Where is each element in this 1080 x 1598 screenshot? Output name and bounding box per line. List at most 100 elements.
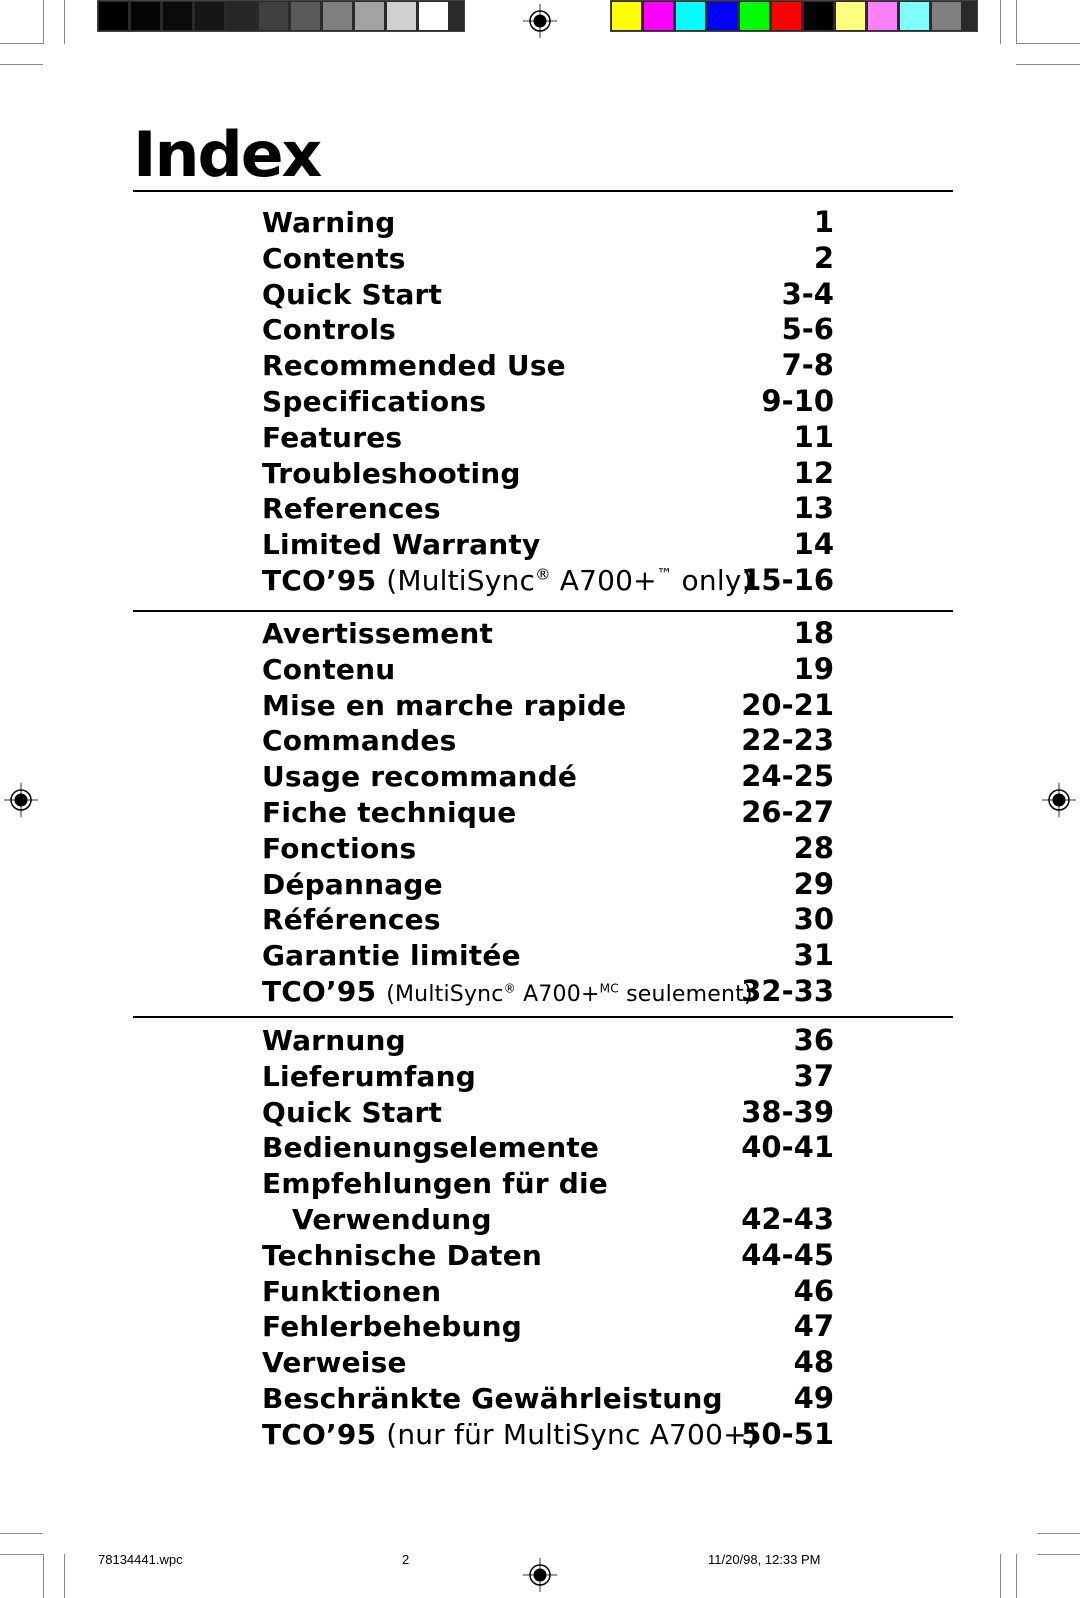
- entry-page: 47: [793, 1309, 834, 1344]
- registration-mark-icon: [523, 1558, 557, 1592]
- color-swatch: [804, 2, 833, 30]
- grayscale-swatch: [419, 2, 448, 30]
- index-entry: Commandes 22-23: [262, 723, 834, 759]
- entry-title: TCO’95 (MultiSync® A700+MC seulement): [262, 974, 753, 1013]
- color-swatch: [932, 2, 961, 30]
- entry-page: 36: [793, 1023, 834, 1057]
- index-section-french: Avertissement 18 Contenu 19 Mise en marche r…: [262, 616, 834, 1010]
- index-entry: Recommended Use 7-8: [262, 348, 834, 384]
- title-rule: [133, 190, 953, 192]
- index-entry-tco: TCO’95 (MultiSync® A700+™ only) 15-16: [262, 563, 834, 599]
- index-entry: Quick Start 3-4: [262, 277, 834, 313]
- entry-page: 32-33: [741, 973, 834, 1008]
- entry-title: Commandes: [262, 724, 457, 758]
- entry-page: 48: [793, 1345, 834, 1380]
- entry-title: Fonctions: [262, 831, 417, 865]
- entry-page: 40-41: [741, 1130, 834, 1165]
- color-swatch: [708, 2, 737, 30]
- entry-page: 3-4: [781, 276, 834, 311]
- grayscale-swatch: [195, 2, 224, 30]
- entry-title: Troubleshooting: [262, 456, 521, 490]
- index-entry: Bedienungselemente 40-41: [262, 1130, 834, 1166]
- registration-mark-icon: [4, 783, 38, 817]
- entry-title: Specifications: [262, 384, 487, 418]
- entry-title: Warnung: [262, 1024, 406, 1057]
- registration-mark-icon: [523, 4, 557, 38]
- index-entry: Usage recommandé 24-25: [262, 759, 834, 795]
- entry-title: Fehlerbehebung: [262, 1310, 523, 1344]
- color-swatch: [676, 2, 705, 30]
- entry-title: Funktionen: [262, 1274, 442, 1308]
- entry-page: 5-6: [781, 312, 834, 347]
- index-section-english: Warning 1 Contents 2 Quick Start 3-4 Controls 5…: [262, 205, 834, 599]
- entry-page: 31: [793, 938, 834, 973]
- entry-page: 13: [793, 491, 834, 526]
- grayscale-swatch: [227, 2, 256, 30]
- index-entry: Fehlerbehebung 47: [262, 1309, 834, 1345]
- color-swatch: [836, 2, 865, 30]
- grayscale-swatch: [291, 2, 320, 30]
- color-swatch: [772, 2, 801, 30]
- entry-title: Recommended Use: [262, 349, 566, 383]
- grayscale-swatch: [131, 2, 160, 30]
- entry-page: 29: [793, 866, 834, 901]
- entry-title: Quick Start: [262, 277, 443, 311]
- entry-title: Mise en marche rapide: [262, 688, 627, 722]
- entry-title: Usage recommandé: [262, 760, 578, 794]
- entry-title: Quick Start: [262, 1095, 443, 1129]
- index-entry: Verweise 48: [262, 1345, 834, 1381]
- index-entry: Lieferumfang 37: [262, 1059, 834, 1095]
- color-swatch: [740, 2, 769, 30]
- trademark: ™: [656, 565, 673, 584]
- tco-note-pre: (MultiSync: [386, 981, 504, 1007]
- registered-mark: ®: [535, 565, 551, 584]
- section-divider: [133, 610, 953, 612]
- tco-note-pre: (MultiSync: [386, 563, 536, 597]
- entry-page: 1: [813, 205, 834, 239]
- index-entry: Troubleshooting 12: [262, 456, 834, 492]
- grayscale-swatch: [323, 2, 352, 30]
- index-entry: Références 30: [262, 902, 834, 938]
- index-entry: Warning 1: [262, 205, 834, 241]
- color-swatch: [868, 2, 897, 30]
- index-entry: Empfehlungen für die: [262, 1166, 834, 1202]
- entry-page: 37: [793, 1058, 834, 1093]
- entry-page: 26-27: [741, 794, 834, 829]
- entry-page: 38-39: [741, 1094, 834, 1129]
- index-entry: Warnung 36: [262, 1023, 834, 1059]
- footer-page-number: 2: [402, 1552, 410, 1567]
- index-entry: Fiche technique 26-27: [262, 795, 834, 831]
- index-entry: Contenu 19: [262, 652, 834, 688]
- entry-page: 46: [793, 1273, 834, 1308]
- entry-page: 50-51: [741, 1416, 834, 1451]
- index-entry: Technische Daten 44-45: [262, 1238, 834, 1274]
- entry-title: Features: [262, 420, 403, 454]
- tco-note: (nur für MultiSync A700+): [386, 1417, 758, 1451]
- entry-title: Fiche technique: [262, 795, 517, 829]
- index-section-german: Warnung 36 Lieferumfang 37 Quick Start 38-39 B…: [262, 1023, 834, 1453]
- tco-note: (MultiSync® A700+MC seulement): [386, 982, 753, 1007]
- index-entry: Dépannage 29: [262, 867, 834, 903]
- entry-page: 19: [793, 651, 834, 686]
- index-entry: Funktionen 46: [262, 1274, 834, 1310]
- entry-title: Dépannage: [262, 867, 443, 901]
- color-calibration-bar: [610, 0, 978, 32]
- entry-page: 12: [793, 455, 834, 490]
- entry-page: 42-43: [741, 1201, 834, 1236]
- tco-label: TCO’95: [262, 1417, 377, 1451]
- tco-note-model: A700+: [523, 981, 600, 1007]
- entry-title: TCO’95 (MultiSync® A700+™ only): [262, 563, 753, 599]
- index-entry: Verwendung 42-43: [262, 1202, 834, 1238]
- entry-title: Contenu: [262, 652, 396, 686]
- footer-filename: 78134441.wpc: [98, 1552, 183, 1567]
- entry-page: 11: [793, 419, 834, 454]
- index-entry: Fonctions 28: [262, 831, 834, 867]
- entry-title: Beschränkte Gewährleistung: [262, 1381, 723, 1415]
- index-entry: Beschränkte Gewährleistung 49: [262, 1381, 834, 1417]
- grayscale-swatch: [355, 2, 384, 30]
- entry-title: Verwendung: [292, 1202, 492, 1236]
- trademark: MC: [599, 981, 619, 996]
- color-swatch: [644, 2, 673, 30]
- index-entry: References 13: [262, 491, 834, 527]
- entry-title: Technische Daten: [262, 1238, 543, 1272]
